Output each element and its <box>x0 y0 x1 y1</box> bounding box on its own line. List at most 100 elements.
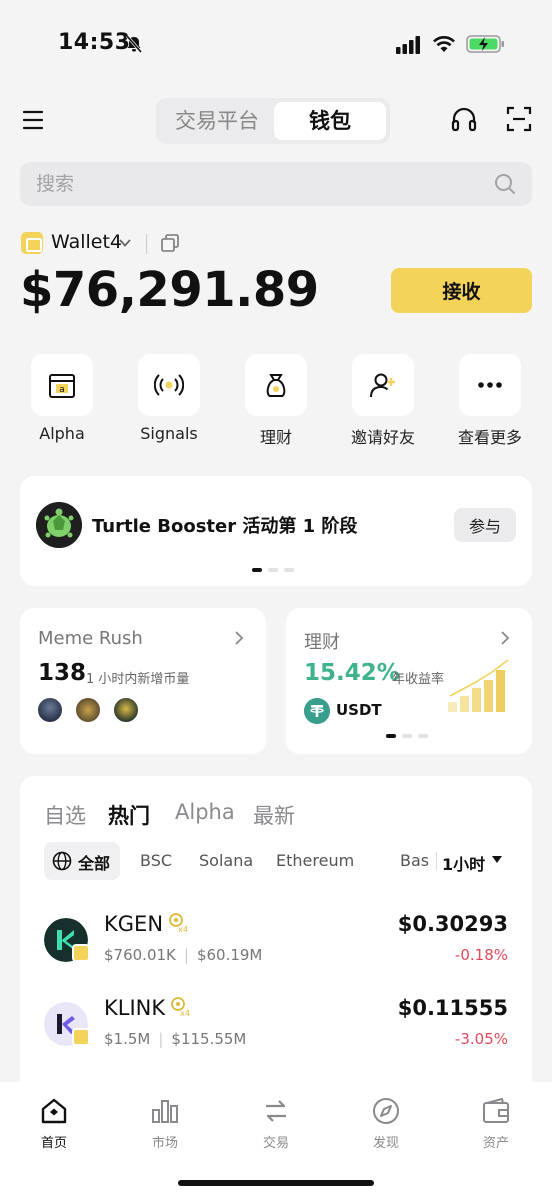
menu-icon[interactable] <box>22 108 46 132</box>
apy-value: 15.42% <box>304 660 400 686</box>
tab-exchange[interactable]: 交易平台 <box>160 102 274 140</box>
tab-newest[interactable]: 最新 <box>253 800 295 830</box>
token-row[interactable]: KGEN x4 $760.01K | $60.19M $0.30293 -0.18% <box>20 904 532 974</box>
quick-action-label: Signals <box>140 424 198 443</box>
caret-down-icon[interactable] <box>492 856 502 864</box>
new-token-count: 138 <box>38 660 87 686</box>
signals-icon <box>154 374 184 396</box>
token-row[interactable]: KLINK x4 $1.5M | $115.55M $0.11555 -3.05% <box>20 988 532 1058</box>
growth-bars-graphic <box>448 659 509 712</box>
more-icon <box>478 382 502 388</box>
chain-chip-ethereum[interactable]: Ethereum <box>276 851 354 870</box>
token-volume-mcap: $760.01K | $60.19M <box>104 946 263 964</box>
carousel-dot <box>284 568 294 572</box>
chip-label: 全部 <box>78 854 111 873</box>
trade-swap-icon <box>266 1100 286 1122</box>
invite-friend-icon <box>370 373 395 398</box>
card-title: 理财 <box>304 632 340 653</box>
svg-text:x4: x4 <box>178 925 188 934</box>
chain-chip-all[interactable]: 全部 <box>44 842 120 880</box>
assets-wallet-icon <box>483 1097 509 1123</box>
battery-charging-icon <box>466 35 504 53</box>
token-avatar <box>114 698 138 722</box>
tab-alpha[interactable]: Alpha <box>175 800 235 824</box>
token-avatar <box>76 698 100 722</box>
token-price: $0.30293 <box>397 912 508 936</box>
headset-support-icon[interactable] <box>450 106 478 134</box>
tab-wallet[interactable]: 钱包 <box>274 102 386 140</box>
market-chart-icon <box>152 1100 178 1123</box>
scan-icon[interactable] <box>506 106 532 132</box>
search-bar[interactable] <box>20 162 532 206</box>
search-icon[interactable] <box>494 173 516 195</box>
discover-compass-icon <box>373 1098 399 1124</box>
nav-home[interactable]: 首页 <box>14 1096 94 1151</box>
total-balance: $76,291.89 <box>20 262 319 318</box>
svg-text:x4: x4 <box>180 1009 190 1018</box>
token-avatar <box>38 698 62 722</box>
chevron-right-icon <box>235 631 244 645</box>
asset-symbol: USDT <box>336 701 382 719</box>
nav-assets[interactable]: 资产 <box>456 1096 536 1151</box>
svg-text:a: a <box>59 385 65 395</box>
turtle-logo-icon <box>36 502 82 548</box>
quick-action-alpha[interactable]: a Alpha <box>31 354 93 443</box>
mode-switch: 交易平台 钱包 <box>156 98 390 144</box>
quick-action-signals[interactable]: Signals <box>138 354 200 443</box>
earn-card[interactable]: 理财 15.42% 年收益率 USDT <box>286 608 532 754</box>
join-button[interactable]: 参与 <box>454 508 516 542</box>
chain-chip-solana[interactable]: Solana <box>199 851 253 870</box>
card-title: Meme Rush <box>38 628 143 649</box>
market-panel: 自选 热门 Alpha 最新 全部 BSC Solana Ethereum Ba… <box>20 776 532 1086</box>
timeframe-select[interactable]: 1小时 <box>442 851 485 875</box>
chain-chip-bsc[interactable]: BSC <box>140 851 172 870</box>
token-symbol: KLINK <box>104 996 166 1020</box>
chevron-right-icon <box>501 631 510 645</box>
money-bag-icon <box>266 374 286 397</box>
quick-action-more[interactable]: 查看更多 <box>458 354 522 447</box>
card-subtitle: 1 小时内新增币量 <box>86 672 190 687</box>
nav-label: 交易 <box>262 1136 289 1151</box>
home-icon <box>41 1098 67 1124</box>
promo-banner[interactable]: Turtle Booster 活动第 1 阶段 参与 <box>20 476 532 586</box>
token-volume: $1.5M <box>104 1030 151 1048</box>
nav-discover[interactable]: 发现 <box>346 1096 426 1151</box>
quick-action-label: 邀请好友 <box>350 428 415 447</box>
nav-label: 发现 <box>372 1136 399 1151</box>
carousel-dot <box>402 734 412 738</box>
token-change: -3.05% <box>454 1030 508 1048</box>
divider <box>146 234 147 254</box>
nav-label: 资产 <box>482 1136 509 1151</box>
carousel-dot <box>418 734 428 738</box>
tab-watchlist[interactable]: 自选 <box>44 800 86 830</box>
bell-muted-icon <box>125 35 143 53</box>
carousel-dot <box>268 568 278 572</box>
nav-market[interactable]: 市场 <box>125 1096 205 1151</box>
chevron-down-icon[interactable] <box>118 236 132 250</box>
tab-hot[interactable]: 热门 <box>108 800 150 830</box>
usdt-icon <box>304 698 330 724</box>
wallet-name[interactable]: Wallet4 <box>51 231 122 253</box>
receive-button[interactable]: 接收 <box>391 268 532 313</box>
status-bar: 14:53 <box>0 0 552 90</box>
nav-trade[interactable]: 交易 <box>236 1096 316 1151</box>
chain-chip-base[interactable]: Base <box>400 842 430 880</box>
meme-rush-card[interactable]: Meme Rush 138 1 小时内新增币量 <box>20 608 266 754</box>
cellular-signal-icon <box>396 36 420 54</box>
quick-action-label: 理财 <box>259 428 292 447</box>
token-market-cap: $115.55M <box>171 1030 247 1048</box>
search-input[interactable] <box>36 162 476 206</box>
copy-icon[interactable] <box>160 233 180 253</box>
token-change: -0.18% <box>454 946 508 964</box>
token-price: $0.11555 <box>397 996 508 1020</box>
carousel-dot-active <box>386 734 396 738</box>
quick-action-earn[interactable]: 理财 <box>245 354 307 447</box>
alpha-x4-icon: x4 <box>169 913 188 934</box>
nav-label: 市场 <box>151 1136 178 1151</box>
quick-action-label: 查看更多 <box>457 428 522 447</box>
token-symbol: KGEN <box>104 912 164 936</box>
chain-filter: 全部 BSC Solana Ethereum Base 1小时 <box>44 842 514 880</box>
home-indicator <box>178 1180 374 1186</box>
quick-action-invite[interactable]: 邀请好友 <box>351 354 415 447</box>
banner-title: Turtle Booster 活动第 1 阶段 <box>92 516 358 537</box>
